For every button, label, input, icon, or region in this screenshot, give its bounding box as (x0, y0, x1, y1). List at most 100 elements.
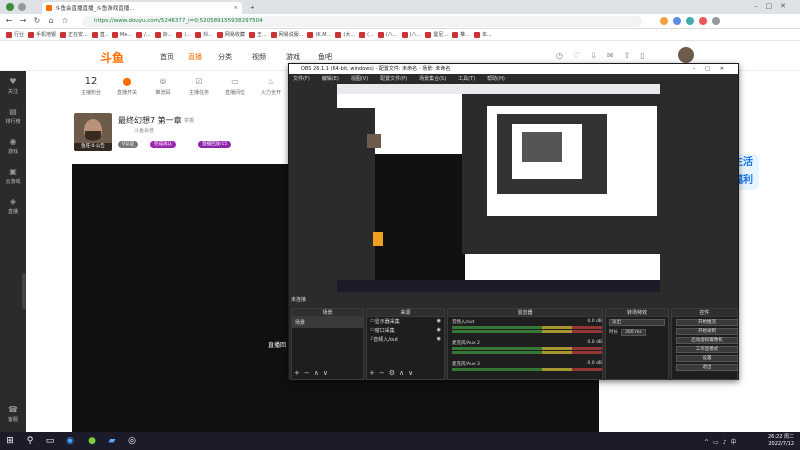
sidebar-item-rank[interactable]: ▤ 排行榜 (0, 107, 26, 125)
bookmark-item[interactable]: (... (176, 31, 191, 38)
task-icon: ☑ (195, 77, 203, 86)
studio-mode-button[interactable]: 工作室模式 (676, 346, 738, 353)
close-icon[interactable]: × (233, 5, 238, 11)
duration-input[interactable]: 300 ms (621, 329, 646, 336)
star-icon[interactable]: ☆ (60, 16, 70, 26)
bookmark-item[interactable]: 杂... (154, 31, 172, 38)
settings-button[interactable]: 设置 (676, 355, 738, 362)
start-stream-button[interactable]: 开始推流 (676, 319, 738, 326)
bookmark-item[interactable]: (K.M... (307, 31, 331, 38)
start-record-button[interactable]: 开始录制 (676, 328, 738, 335)
scenes-toolbar[interactable]: +−∧∨ (294, 369, 332, 377)
badge-verified[interactable]: V认证 (118, 141, 139, 148)
bookmark-item[interactable]: 手机地银 (28, 31, 56, 38)
stat-room[interactable]: ▭ 直播间位 (218, 75, 252, 96)
exit-button[interactable]: 退出 (676, 364, 738, 371)
stat-fans[interactable]: 12 主播粉丝 (74, 75, 108, 96)
bookmark-item[interactable]: 本... (473, 31, 492, 38)
bookmark-item[interactable]: 网易收藏 (216, 31, 245, 38)
live-icon: ◈ (9, 197, 17, 206)
source-item[interactable]: ▭ 窗口采集 ◉ (367, 326, 444, 335)
nav-video[interactable]: 视频 (252, 52, 266, 62)
search-icon[interactable]: ⚲ (24, 435, 36, 447)
report-link[interactable]: 举报 (184, 117, 194, 124)
scene-item[interactable]: 场景 (292, 317, 363, 328)
source-item[interactable]: ▭ 显示器采集 ◉ (367, 317, 444, 326)
transition-select[interactable]: 淡出 (609, 319, 665, 326)
bookmark-item[interactable]: 抖... (195, 31, 213, 38)
nav-game[interactable]: 游戏 (286, 52, 300, 62)
tray-icons[interactable]: ^▭♪中 (704, 437, 741, 446)
obs-menu-edit[interactable]: 编辑(E) (322, 74, 339, 84)
obs-menu-file[interactable]: 文件(F) (293, 74, 310, 84)
back-icon[interactable]: ← (4, 16, 14, 26)
sidebar-item-follow[interactable]: ♥ 关注 (0, 77, 26, 95)
new-tab-button[interactable]: + (246, 2, 256, 14)
header-icons[interactable]: ◷ ♡ ⇩ ✉ ⇧ ▯ (556, 51, 666, 61)
reload-icon[interactable]: ↻ (32, 16, 42, 26)
mixer-row[interactable]: 麦克风/Aux 3 0.0 dB (452, 361, 602, 371)
obs-menu-help[interactable]: 帮助(H) (487, 74, 505, 84)
virtual-camera-button[interactable]: 启动虚拟摄像机 (676, 337, 738, 344)
bookmark-item[interactable]: 正在安... (60, 31, 88, 38)
stat-tasks[interactable]: ☑ 主播任务 (182, 75, 216, 96)
sources-toolbar[interactable]: +−⚙∧∨ (369, 369, 417, 377)
obs-window-controls[interactable]: –□✕ (693, 64, 734, 74)
stat-stream-key[interactable]: ⦾ 推流码 (146, 75, 180, 96)
nav-yuba[interactable]: 鱼吧 (318, 52, 332, 62)
rank-icon: ▤ (9, 107, 17, 116)
app-icon[interactable]: ● (86, 435, 98, 447)
user-avatar[interactable] (678, 47, 694, 63)
bookmark-item[interactable]: 曼尼... (425, 31, 448, 38)
douyu-tab-icon (46, 5, 52, 11)
nav-home[interactable]: 首页 (160, 52, 174, 62)
home-icon[interactable]: ⌂ (46, 16, 56, 26)
obs-menu-profile[interactable]: 配置文件(P) (380, 74, 407, 84)
badge-replay[interactable]: 直播回放/15 (198, 141, 232, 148)
sidebar-item-service[interactable]: ☎ 客服 (0, 405, 26, 423)
bookmark-item[interactable]: 直.. (91, 31, 108, 38)
stats-row: 12 主播粉丝 ⬤ 直播开关 ⦾ 推流码 ☑ 主播任务 ▭ 直播间位 ♨ 火力全开 (74, 75, 284, 105)
eye-icon: ◉ (436, 318, 441, 324)
bookmark-item[interactable]: (八... (401, 31, 421, 38)
start-icon[interactable]: ⊞ (4, 435, 16, 447)
obs-menu-scenes[interactable]: 场景集合(S) (419, 74, 446, 84)
clock[interactable]: 26:22 周二 2022/7/12 (768, 434, 794, 448)
obs-menu-tools[interactable]: 工具(T) (458, 74, 475, 84)
mixer-row[interactable]: 音频入/out 0.0 dB (452, 319, 602, 333)
obs-menu: 文件(F) 编辑(E) 视图(V) 配置文件(P) 场景集合(S) 工具(T) … (289, 74, 738, 84)
bookmark-item[interactable]: (大... (335, 31, 355, 38)
sidebar-item-live[interactable]: ◈ 直播 (0, 197, 26, 215)
menu-icon[interactable] (18, 3, 26, 11)
extension-icons[interactable] (660, 17, 770, 26)
files-icon[interactable]: ▰ (106, 435, 118, 447)
bookmark-item[interactable]: 王... (248, 31, 267, 38)
stat-live-toggle[interactable]: ⬤ 直播开关 (110, 75, 144, 96)
bookmark-item[interactable]: /... (136, 31, 151, 38)
sidebar-item-game[interactable]: ◉ 游戏 (0, 137, 26, 155)
bookmark-item[interactable]: (... (359, 31, 374, 38)
bookmark-item[interactable]: 行业 (6, 31, 24, 38)
sidebar-item-cloudgame[interactable]: ▣ 云游戏 (0, 167, 26, 185)
forward-icon[interactable]: → (18, 16, 28, 26)
douyu-logo[interactable]: 斗鱼 (100, 49, 124, 66)
obs-taskbar-icon[interactable]: ◎ (126, 435, 138, 447)
obs-preview[interactable] (337, 84, 660, 292)
obs-menu-view[interactable]: 视图(V) (351, 74, 368, 84)
bookmark-item[interactable]: (八... (377, 31, 398, 38)
bookmark-item[interactable]: Me... (112, 31, 132, 38)
source-item[interactable]: ♪ 音频入/out ◉ (367, 335, 444, 344)
streamer-avatar[interactable]: 鱼旺·0·公告 (74, 113, 112, 151)
avatar-circle-icon[interactable] (6, 3, 14, 11)
tab-douyu[interactable]: 斗鱼会直播直播_斗鱼游戏直播... × (42, 2, 242, 14)
bookmark-item[interactable]: 推... (452, 31, 470, 38)
badge-complete[interactable]: 完成再认 (150, 141, 176, 148)
stat-fire[interactable]: ♨ 火力全开 (254, 75, 288, 96)
nav-live[interactable]: 直播 (188, 52, 202, 62)
task-view-icon[interactable]: ▭ (44, 435, 56, 447)
bookmark-item[interactable]: 网易说服... (270, 31, 303, 38)
mixer-row[interactable]: 麦克风/Aux 2 0.0 dB (452, 340, 602, 354)
url-input[interactable]: https://www.douyu.com/5246377_i=0;520589… (82, 16, 642, 27)
edge-icon[interactable]: ◉ (64, 435, 76, 447)
nav-category[interactable]: 分类 (218, 52, 232, 62)
